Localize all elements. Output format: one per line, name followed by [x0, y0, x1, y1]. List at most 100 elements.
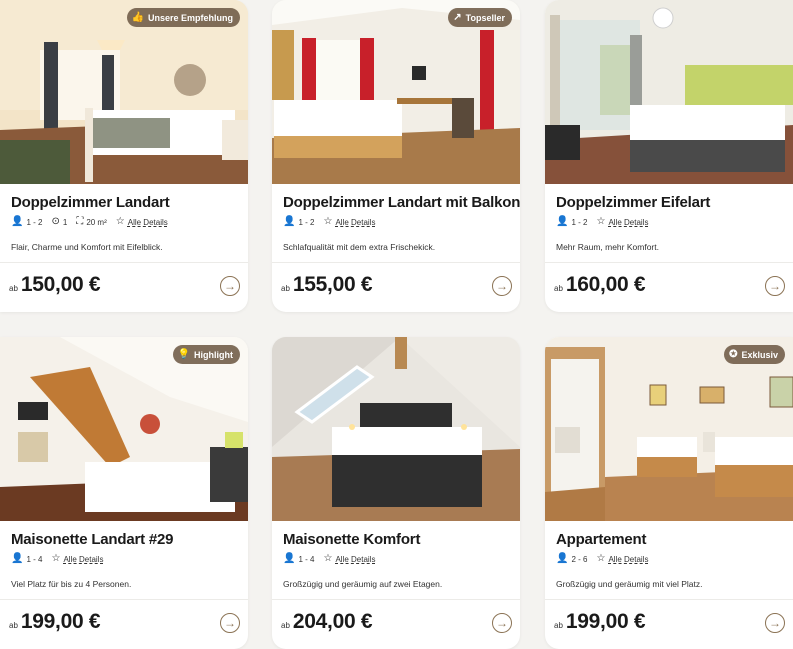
price: ab 204,00 € — [281, 610, 373, 634]
room-card[interactable]: Doppelzimmer Eifelart 👤 1 - 2 ☆ Alle Detai… — [545, 0, 793, 312]
thumbs-up-icon: 👍 — [131, 11, 144, 23]
room-card[interactable]: Maisonette Komfort 👤 1 - 4 ☆ Alle Details … — [272, 337, 520, 649]
room-description: Flair, Charme und Komfort mit Eifelblick… — [11, 242, 163, 252]
details-label[interactable]: Alle Details — [63, 555, 103, 564]
persons-value: 1 - 4 — [298, 554, 315, 564]
arrow-right-button[interactable]: → — [220, 276, 240, 296]
details-label[interactable]: Alle Details — [335, 218, 375, 227]
arrow-right-icon: → — [224, 279, 236, 293]
room-photo[interactable]: 👍 Unsere Empfehlung — [0, 0, 248, 184]
star-icon: ☆ — [323, 553, 333, 564]
persons-value: 1 - 2 — [298, 217, 315, 227]
room-card[interactable]: 👍 Unsere Empfehlung Doppelzimmer Landart… — [0, 0, 248, 312]
details-link[interactable]: ☆ Alle Details — [51, 554, 103, 564]
divider — [272, 599, 520, 600]
price: ab 150,00 € — [9, 273, 101, 297]
star-icon: ☆ — [596, 216, 606, 227]
room-description: Mehr Raum, mehr Komfort. — [556, 242, 659, 252]
room-card[interactable]: 💡 Highlight Maisonette Landart #29 👤 1 - … — [0, 337, 248, 649]
price-value: 160,00 € — [565, 273, 646, 296]
divider — [0, 262, 248, 263]
person-icon: 👤 — [556, 553, 569, 564]
price: ab 199,00 € — [9, 610, 101, 634]
star-badge-icon: ✪ — [729, 348, 738, 360]
arrow-right-icon: → — [496, 279, 508, 293]
room-photo[interactable] — [272, 337, 520, 521]
divider — [272, 262, 520, 263]
room-photo[interactable] — [545, 0, 793, 184]
room-size-icon: ⛶ — [76, 216, 84, 227]
details-label[interactable]: Alle Details — [335, 555, 375, 564]
room-title[interactable]: Appartement — [556, 531, 647, 548]
badge: ↗ Topseller — [448, 8, 512, 27]
room-title[interactable]: Maisonette Landart #29 — [11, 531, 174, 548]
room-card[interactable]: ✪ Exklusiv Appartement 👤 2 - 6 ☆ Alle Deta… — [545, 337, 793, 649]
badge-label: Exklusiv — [741, 349, 778, 360]
room-description: Viel Platz für bis zu 4 Personen. — [11, 579, 132, 589]
room-photo[interactable]: 💡 Highlight — [0, 337, 248, 521]
details-link[interactable]: ☆ Alle Details — [323, 554, 375, 564]
details-label[interactable]: Alle Details — [608, 555, 648, 564]
price-value: 155,00 € — [292, 273, 373, 296]
price-prefix: ab — [281, 284, 290, 293]
person-icon: 👤 — [283, 553, 296, 564]
arrow-right-icon: → — [496, 616, 508, 630]
room-meta: 👤 1 - 4 ☆ Alle Details — [11, 554, 103, 564]
room-description: Schlafqualität mit dem extra Frischekick… — [283, 242, 436, 252]
badge: 💡 Highlight — [172, 345, 240, 364]
details-label[interactable]: Alle Details — [608, 218, 648, 227]
person-icon: 👤 — [11, 216, 24, 227]
arrow-right-icon: → — [769, 279, 781, 293]
person-icon: 👤 — [11, 553, 24, 564]
extra-value: 1 — [62, 217, 68, 227]
lightbulb-icon: 💡 — [177, 348, 190, 360]
arrow-right-button[interactable]: → — [492, 276, 512, 296]
person-icon: 👤 — [556, 216, 569, 227]
price-value: 199,00 € — [20, 610, 101, 633]
arrow-right-icon: → — [224, 616, 236, 630]
persons-value: 1 - 2 — [26, 217, 43, 227]
room-description: Großzügig und geräumig mit viel Platz. — [556, 579, 703, 589]
details-link[interactable]: ☆ Alle Details — [323, 217, 375, 227]
clock-icon: ⊙ — [51, 216, 60, 227]
room-card[interactable]: ↗ Topseller Doppelzimmer Landart mit Bal… — [272, 0, 520, 312]
person-icon: 👤 — [283, 216, 296, 227]
divider — [545, 262, 793, 263]
details-link[interactable]: ☆ Alle Details — [596, 554, 648, 564]
price-prefix: ab — [9, 621, 18, 630]
price-prefix: ab — [554, 621, 563, 630]
room-title[interactable]: Doppelzimmer Landart — [11, 194, 170, 211]
trend-up-icon: ↗ — [453, 11, 462, 23]
details-label[interactable]: Alle Details — [128, 218, 168, 227]
badge: ✪ Exklusiv — [724, 345, 785, 364]
arrow-right-button[interactable]: → — [220, 613, 240, 633]
price-value: 150,00 € — [20, 273, 101, 296]
arrow-right-button[interactable]: → — [765, 613, 785, 633]
badge: 👍 Unsere Empfehlung — [126, 8, 240, 27]
price-prefix: ab — [281, 621, 290, 630]
arrow-right-icon: → — [769, 616, 781, 630]
room-meta: 👤 1 - 2 ☆ Alle Details — [556, 217, 648, 227]
badge-label: Unsere Empfehlung — [147, 12, 233, 23]
room-title[interactable]: Maisonette Komfort — [283, 531, 420, 548]
room-photo[interactable]: ↗ Topseller — [272, 0, 520, 184]
price-value: 199,00 € — [565, 610, 646, 633]
room-description: Großzügig und geräumig auf zwei Etagen. — [283, 579, 443, 589]
badge-label: Topseller — [465, 12, 505, 23]
star-icon: ☆ — [115, 216, 125, 227]
divider — [0, 599, 248, 600]
price: ab 160,00 € — [554, 273, 646, 297]
price-value: 204,00 € — [292, 610, 373, 633]
arrow-right-button[interactable]: → — [765, 276, 785, 296]
persons-value: 2 - 6 — [571, 554, 588, 564]
star-icon: ☆ — [596, 553, 606, 564]
arrow-right-button[interactable]: → — [492, 613, 512, 633]
room-title[interactable]: Doppelzimmer Landart mit Balkon — [283, 194, 520, 211]
price-prefix: ab — [554, 284, 563, 293]
star-icon: ☆ — [51, 553, 61, 564]
room-title[interactable]: Doppelzimmer Eifelart — [556, 194, 710, 211]
details-link[interactable]: ☆ Alle Details — [596, 217, 648, 227]
room-photo[interactable]: ✪ Exklusiv — [545, 337, 793, 521]
room-meta: 👤 2 - 6 ☆ Alle Details — [556, 554, 648, 564]
details-link[interactable]: ☆ Alle Details — [116, 217, 168, 227]
